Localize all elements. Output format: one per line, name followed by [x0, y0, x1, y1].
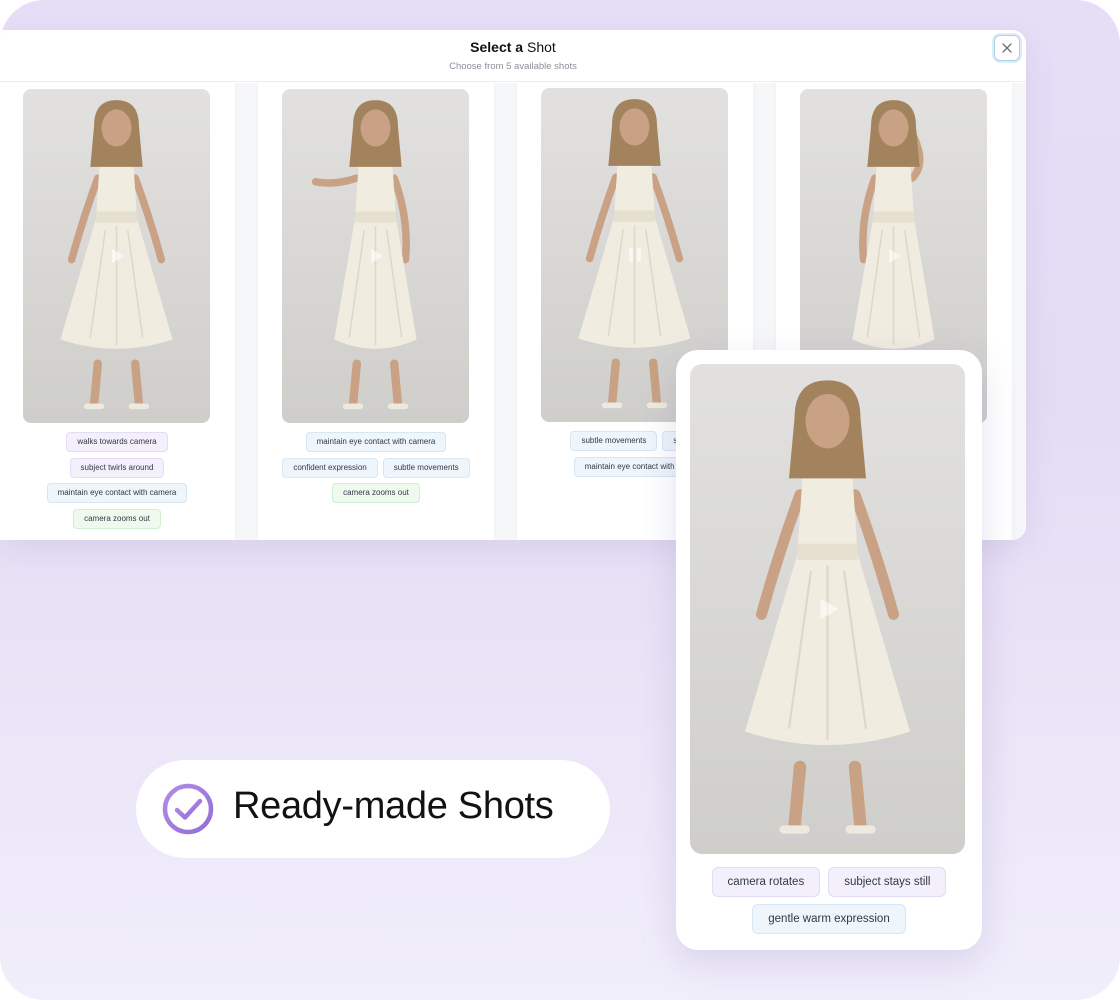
shot-tag: subject stays still — [828, 867, 947, 897]
shot-preview-card[interactable]: camera rotates subject stays still gentle … — [676, 350, 982, 950]
shot-tag: maintain eye contact with camera — [305, 432, 447, 452]
play-icon[interactable] — [107, 246, 127, 266]
shot-tag: confident expression — [282, 457, 378, 478]
preview-video[interactable] — [690, 364, 965, 854]
pause-icon[interactable] — [625, 245, 645, 265]
tag-row: gentle warm expression — [676, 904, 982, 934]
shot-tag: maintain eye contact with camera — [46, 483, 188, 503]
play-icon[interactable] — [884, 246, 904, 266]
tag-row: maintain eye contact with camera — [258, 432, 494, 452]
tag-row: confident expression subtle movements — [258, 457, 494, 478]
shot-tag: gentle warm expression — [752, 904, 906, 934]
tag-row: walks towards camera — [0, 432, 235, 452]
shot-tag: camera zooms out — [73, 508, 161, 529]
shot-tag: subtle movements — [570, 431, 658, 451]
close-icon — [1002, 43, 1012, 53]
shot-tag: subject twirls around — [69, 457, 165, 478]
play-icon[interactable] — [366, 246, 386, 266]
tag-row: subject twirls around — [0, 457, 235, 478]
shot-tags-2: maintain eye contact with camera confiden… — [258, 432, 494, 509]
ready-made-label: Ready-made Shots — [233, 785, 554, 827]
shot-video-2[interactable] — [282, 89, 469, 423]
shot-tag: camera zooms out — [332, 483, 420, 503]
shot-tags-1: walks towards camera subject twirls aroun… — [0, 432, 235, 534]
modal-title-rest: Shot — [523, 39, 556, 55]
play-icon[interactable] — [813, 594, 843, 624]
shot-tag: camera rotates — [711, 867, 821, 897]
tag-row: camera zooms out — [0, 508, 235, 529]
modal-header: Select a Shot Choose from 5 available sh… — [0, 30, 1026, 82]
tag-row: camera zooms out — [258, 483, 494, 503]
shot-card-1[interactable]: walks towards camera subject twirls aroun… — [0, 83, 235, 540]
shot-tag: subtle movements — [382, 457, 470, 478]
modal-subtitle: Choose from 5 available shots — [449, 61, 577, 72]
tag-row: camera rotates subject stays still — [676, 867, 982, 897]
background-canvas: Select a Shot Choose from 5 available sh… — [0, 0, 1120, 1000]
modal-title: Select a Shot — [0, 39, 1026, 55]
close-button[interactable] — [994, 35, 1020, 61]
shot-video-1[interactable] — [23, 89, 210, 423]
preview-tags: camera rotates subject stays still gentle … — [676, 867, 982, 941]
shot-card-2[interactable]: maintain eye contact with camera confiden… — [258, 83, 494, 540]
modal-title-bold: Select a — [470, 39, 524, 55]
check-circle-icon — [162, 783, 214, 835]
tag-row: maintain eye contact with camera — [0, 483, 235, 503]
shot-tag: walks towards camera — [66, 432, 168, 452]
